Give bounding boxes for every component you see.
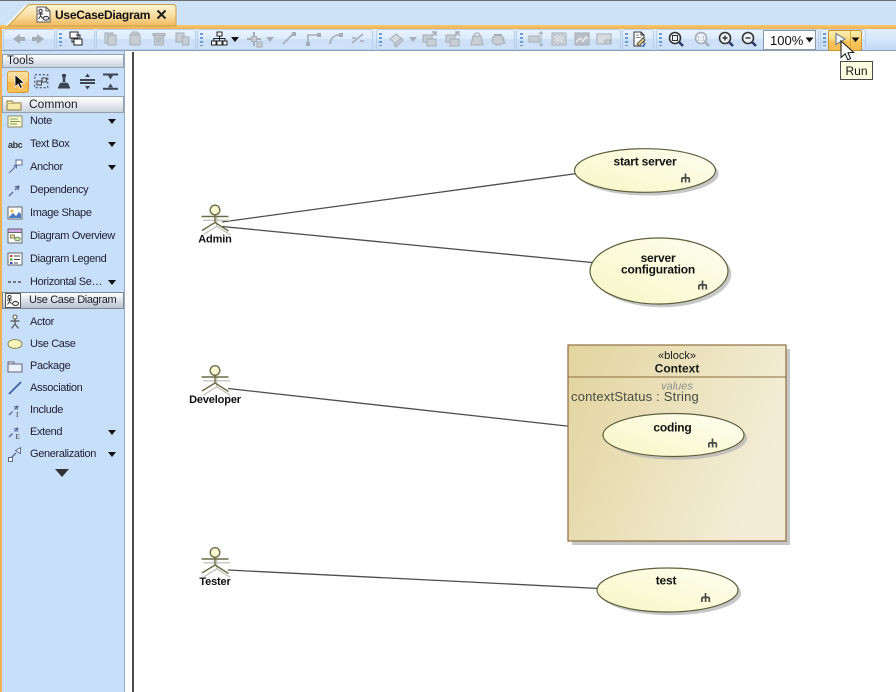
svg-text:contextStatus : String: contextStatus : String	[571, 389, 699, 404]
svg-text:start server: start server	[614, 155, 678, 169]
svg-text:E: E	[16, 433, 20, 440]
svg-text:Developer: Developer	[189, 394, 242, 406]
svg-text:Context: Context	[655, 362, 700, 376]
svg-text:Tester: Tester	[199, 576, 231, 588]
svg-text:coding: coding	[653, 421, 691, 435]
svg-text:test: test	[656, 574, 677, 588]
svg-text:Admin: Admin	[198, 234, 232, 246]
svg-text:abc: abc	[8, 140, 23, 150]
svg-text:configuration: configuration	[621, 263, 695, 277]
svg-text:I: I	[16, 411, 19, 418]
svg-text:«block»: «block»	[658, 350, 696, 362]
svg-text:1:1: 1:1	[697, 37, 706, 43]
